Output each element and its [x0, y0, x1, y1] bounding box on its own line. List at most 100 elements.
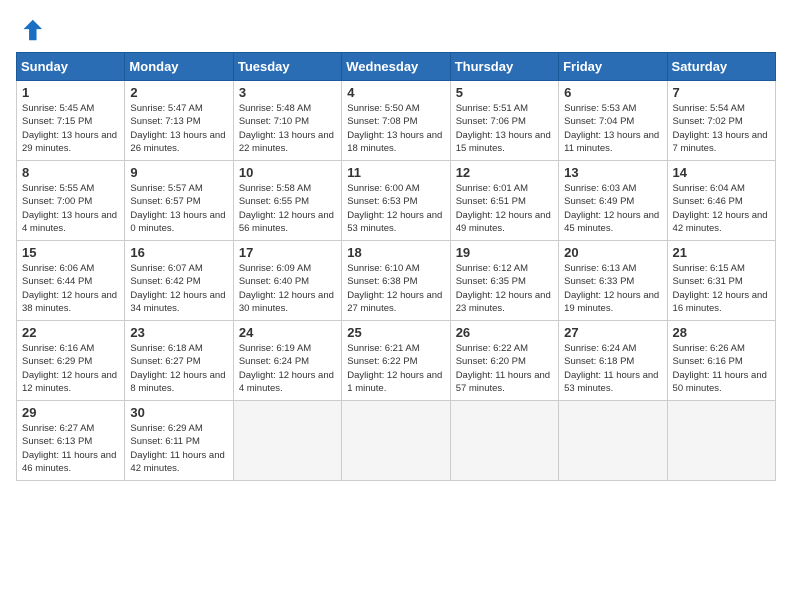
day-number: 22 [22, 325, 119, 340]
day-detail: Sunrise: 6:04 AMSunset: 6:46 PMDaylight:… [673, 182, 770, 235]
day-detail: Sunrise: 5:55 AMSunset: 7:00 PMDaylight:… [22, 182, 119, 235]
calendar-header-tuesday: Tuesday [233, 53, 341, 81]
calendar-day-10: 10 Sunrise: 5:58 AMSunset: 6:55 PMDaylig… [233, 161, 341, 241]
calendar-header-wednesday: Wednesday [342, 53, 450, 81]
calendar-day-3: 3 Sunrise: 5:48 AMSunset: 7:10 PMDayligh… [233, 81, 341, 161]
calendar-header-saturday: Saturday [667, 53, 775, 81]
day-detail: Sunrise: 6:18 AMSunset: 6:27 PMDaylight:… [130, 342, 227, 395]
calendar-day-4: 4 Sunrise: 5:50 AMSunset: 7:08 PMDayligh… [342, 81, 450, 161]
day-number: 9 [130, 165, 227, 180]
calendar-day-17: 17 Sunrise: 6:09 AMSunset: 6:40 PMDaylig… [233, 241, 341, 321]
day-number: 29 [22, 405, 119, 420]
header [16, 16, 776, 44]
calendar-empty-cell [342, 401, 450, 481]
calendar-day-11: 11 Sunrise: 6:00 AMSunset: 6:53 PMDaylig… [342, 161, 450, 241]
calendar-day-27: 27 Sunrise: 6:24 AMSunset: 6:18 PMDaylig… [559, 321, 667, 401]
calendar-day-12: 12 Sunrise: 6:01 AMSunset: 6:51 PMDaylig… [450, 161, 558, 241]
day-number: 2 [130, 85, 227, 100]
calendar-week-4: 22 Sunrise: 6:16 AMSunset: 6:29 PMDaylig… [17, 321, 776, 401]
calendar-day-8: 8 Sunrise: 5:55 AMSunset: 7:00 PMDayligh… [17, 161, 125, 241]
day-detail: Sunrise: 5:48 AMSunset: 7:10 PMDaylight:… [239, 102, 336, 155]
calendar-week-1: 1 Sunrise: 5:45 AMSunset: 7:15 PMDayligh… [17, 81, 776, 161]
calendar-day-26: 26 Sunrise: 6:22 AMSunset: 6:20 PMDaylig… [450, 321, 558, 401]
day-number: 4 [347, 85, 444, 100]
calendar-day-19: 19 Sunrise: 6:12 AMSunset: 6:35 PMDaylig… [450, 241, 558, 321]
day-detail: Sunrise: 6:13 AMSunset: 6:33 PMDaylight:… [564, 262, 661, 315]
day-number: 26 [456, 325, 553, 340]
day-number: 18 [347, 245, 444, 260]
day-detail: Sunrise: 6:29 AMSunset: 6:11 PMDaylight:… [130, 422, 227, 475]
calendar-empty-cell [559, 401, 667, 481]
day-number: 11 [347, 165, 444, 180]
calendar-week-2: 8 Sunrise: 5:55 AMSunset: 7:00 PMDayligh… [17, 161, 776, 241]
day-number: 16 [130, 245, 227, 260]
calendar-header-sunday: Sunday [17, 53, 125, 81]
day-number: 8 [22, 165, 119, 180]
calendar-day-18: 18 Sunrise: 6:10 AMSunset: 6:38 PMDaylig… [342, 241, 450, 321]
calendar-day-30: 30 Sunrise: 6:29 AMSunset: 6:11 PMDaylig… [125, 401, 233, 481]
day-detail: Sunrise: 6:19 AMSunset: 6:24 PMDaylight:… [239, 342, 336, 395]
day-number: 1 [22, 85, 119, 100]
day-number: 13 [564, 165, 661, 180]
calendar-day-13: 13 Sunrise: 6:03 AMSunset: 6:49 PMDaylig… [559, 161, 667, 241]
day-detail: Sunrise: 6:12 AMSunset: 6:35 PMDaylight:… [456, 262, 553, 315]
day-detail: Sunrise: 5:58 AMSunset: 6:55 PMDaylight:… [239, 182, 336, 235]
day-number: 24 [239, 325, 336, 340]
calendar-day-1: 1 Sunrise: 5:45 AMSunset: 7:15 PMDayligh… [17, 81, 125, 161]
day-number: 15 [22, 245, 119, 260]
calendar-day-9: 9 Sunrise: 5:57 AMSunset: 6:57 PMDayligh… [125, 161, 233, 241]
day-detail: Sunrise: 5:53 AMSunset: 7:04 PMDaylight:… [564, 102, 661, 155]
calendar-day-16: 16 Sunrise: 6:07 AMSunset: 6:42 PMDaylig… [125, 241, 233, 321]
day-detail: Sunrise: 6:15 AMSunset: 6:31 PMDaylight:… [673, 262, 770, 315]
day-detail: Sunrise: 6:00 AMSunset: 6:53 PMDaylight:… [347, 182, 444, 235]
calendar-empty-cell [450, 401, 558, 481]
day-detail: Sunrise: 6:10 AMSunset: 6:38 PMDaylight:… [347, 262, 444, 315]
day-number: 28 [673, 325, 770, 340]
calendar-header-row: SundayMondayTuesdayWednesdayThursdayFrid… [17, 53, 776, 81]
calendar-day-22: 22 Sunrise: 6:16 AMSunset: 6:29 PMDaylig… [17, 321, 125, 401]
day-number: 3 [239, 85, 336, 100]
day-number: 23 [130, 325, 227, 340]
day-detail: Sunrise: 6:07 AMSunset: 6:42 PMDaylight:… [130, 262, 227, 315]
day-detail: Sunrise: 5:50 AMSunset: 7:08 PMDaylight:… [347, 102, 444, 155]
day-number: 6 [564, 85, 661, 100]
day-number: 30 [130, 405, 227, 420]
day-number: 7 [673, 85, 770, 100]
day-detail: Sunrise: 6:24 AMSunset: 6:18 PMDaylight:… [564, 342, 661, 395]
calendar-day-2: 2 Sunrise: 5:47 AMSunset: 7:13 PMDayligh… [125, 81, 233, 161]
calendar-day-7: 7 Sunrise: 5:54 AMSunset: 7:02 PMDayligh… [667, 81, 775, 161]
day-number: 25 [347, 325, 444, 340]
day-number: 20 [564, 245, 661, 260]
calendar-day-6: 6 Sunrise: 5:53 AMSunset: 7:04 PMDayligh… [559, 81, 667, 161]
day-number: 21 [673, 245, 770, 260]
calendar-day-21: 21 Sunrise: 6:15 AMSunset: 6:31 PMDaylig… [667, 241, 775, 321]
day-detail: Sunrise: 5:51 AMSunset: 7:06 PMDaylight:… [456, 102, 553, 155]
day-detail: Sunrise: 5:54 AMSunset: 7:02 PMDaylight:… [673, 102, 770, 155]
day-detail: Sunrise: 6:01 AMSunset: 6:51 PMDaylight:… [456, 182, 553, 235]
calendar-week-3: 15 Sunrise: 6:06 AMSunset: 6:44 PMDaylig… [17, 241, 776, 321]
logo-icon [16, 16, 44, 44]
calendar-empty-cell [233, 401, 341, 481]
calendar-empty-cell [667, 401, 775, 481]
day-detail: Sunrise: 6:03 AMSunset: 6:49 PMDaylight:… [564, 182, 661, 235]
day-detail: Sunrise: 5:47 AMSunset: 7:13 PMDaylight:… [130, 102, 227, 155]
day-detail: Sunrise: 6:06 AMSunset: 6:44 PMDaylight:… [22, 262, 119, 315]
calendar-header-friday: Friday [559, 53, 667, 81]
day-number: 19 [456, 245, 553, 260]
day-number: 27 [564, 325, 661, 340]
calendar-day-23: 23 Sunrise: 6:18 AMSunset: 6:27 PMDaylig… [125, 321, 233, 401]
calendar-header-thursday: Thursday [450, 53, 558, 81]
day-number: 5 [456, 85, 553, 100]
calendar-day-25: 25 Sunrise: 6:21 AMSunset: 6:22 PMDaylig… [342, 321, 450, 401]
day-detail: Sunrise: 6:16 AMSunset: 6:29 PMDaylight:… [22, 342, 119, 395]
calendar-day-28: 28 Sunrise: 6:26 AMSunset: 6:16 PMDaylig… [667, 321, 775, 401]
calendar-day-14: 14 Sunrise: 6:04 AMSunset: 6:46 PMDaylig… [667, 161, 775, 241]
calendar-day-29: 29 Sunrise: 6:27 AMSunset: 6:13 PMDaylig… [17, 401, 125, 481]
day-detail: Sunrise: 6:27 AMSunset: 6:13 PMDaylight:… [22, 422, 119, 475]
calendar-week-5: 29 Sunrise: 6:27 AMSunset: 6:13 PMDaylig… [17, 401, 776, 481]
calendar-day-24: 24 Sunrise: 6:19 AMSunset: 6:24 PMDaylig… [233, 321, 341, 401]
day-detail: Sunrise: 5:45 AMSunset: 7:15 PMDaylight:… [22, 102, 119, 155]
day-detail: Sunrise: 6:09 AMSunset: 6:40 PMDaylight:… [239, 262, 336, 315]
calendar-day-20: 20 Sunrise: 6:13 AMSunset: 6:33 PMDaylig… [559, 241, 667, 321]
day-number: 12 [456, 165, 553, 180]
